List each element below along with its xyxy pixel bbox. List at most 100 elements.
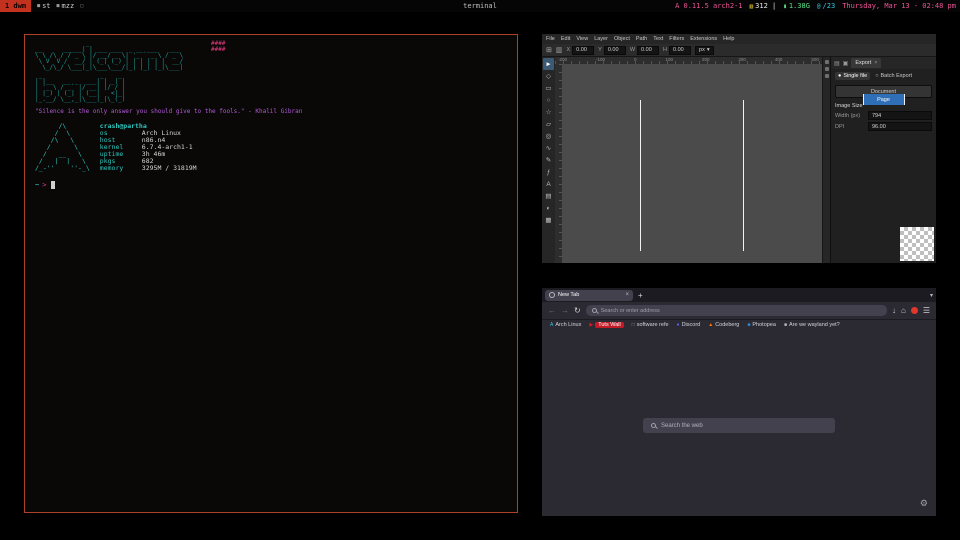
browser-window[interactable]: New Tab × + ▾ ← → ↻ Search or enter addr… <box>542 288 936 516</box>
tool-node[interactable]: ◇ <box>543 70 554 82</box>
h-value[interactable]: 0.00 <box>669 46 691 55</box>
dock-tab-icon[interactable]: ▤ <box>834 60 840 67</box>
tool-star[interactable]: ☆ <box>543 106 554 118</box>
tool-spiral[interactable]: ◎ <box>543 130 554 142</box>
tab-close-icon[interactable]: × <box>625 292 629 298</box>
close-icon[interactable]: × <box>874 60 877 66</box>
x-value[interactable]: 0.00 <box>572 46 594 55</box>
app-square-icon: ■ <box>57 3 60 9</box>
selection-mode-icon[interactable]: ⊞ <box>546 46 552 54</box>
arch-logo-ascii: /\ / \ /\ \ / \ / __ \ / | | \ /_-'' ''-… <box>35 123 90 172</box>
bookmark-tuts-wall[interactable]: ▶ Tuts Wall <box>589 322 623 328</box>
list-tabs-icon[interactable]: ▾ <box>930 292 933 299</box>
export-preview-transparency <box>900 227 934 261</box>
inkscape-canvas[interactable] <box>562 64 822 263</box>
bookmark-are-we-wayland-yet[interactable]: ■ Are we wayland yet? <box>784 322 840 328</box>
fortune-quote: "Silence is the only answer you should g… <box>35 108 507 115</box>
snap-toggle-icon[interactable] <box>825 60 829 64</box>
menu-layer[interactable]: Layer <box>594 36 608 42</box>
forward-button[interactable]: → <box>561 306 569 315</box>
status-clock: Thursday, Mar 13 - 02:48 pm <box>842 2 956 10</box>
menu-file[interactable]: File <box>546 36 555 42</box>
bookmark-software-refe[interactable]: □ software refe <box>632 322 669 328</box>
bookmark-codeberg[interactable]: ▲ Codeberg <box>708 322 739 328</box>
dock-tab-icon[interactable]: ▣ <box>843 60 849 67</box>
tab-new-tab[interactable]: New Tab × <box>545 290 633 301</box>
document-page[interactable] <box>640 100 744 251</box>
dpi-input[interactable]: 96.00 <box>868 122 932 131</box>
tool-text[interactable]: A <box>543 178 554 190</box>
tool-calligraphy[interactable]: ƒ <box>543 166 554 178</box>
tool-dropper[interactable]: ◐ <box>543 202 554 214</box>
back-button[interactable]: ← <box>548 306 556 315</box>
terminal-window[interactable]: _ __ _____| | ___ ___ _ __ ___ ___ \ \ /… <box>24 34 518 513</box>
url-placeholder: Search or enter address <box>601 308 660 314</box>
home-icon[interactable]: ⌂ <box>901 306 906 315</box>
shell-prompt[interactable]: ~ > <box>35 181 507 189</box>
w-value[interactable]: 0.00 <box>637 46 659 55</box>
width-input[interactable]: 794 <box>868 111 932 120</box>
y-value[interactable]: 0.00 <box>604 46 626 55</box>
workspace-tag[interactable]: 1 dwm <box>0 0 31 12</box>
menu-extensions[interactable]: Extensions <box>690 36 717 42</box>
menu-path[interactable]: Path <box>636 36 647 42</box>
search-placeholder: Search the web <box>661 423 703 429</box>
downloads-icon[interactable]: ↓ <box>892 306 896 315</box>
unit-dropdown[interactable]: px ▾ <box>695 46 714 55</box>
extension-icon[interactable] <box>911 307 918 314</box>
single-file-mode[interactable]: ● Single file <box>835 72 870 80</box>
x-label: X <box>567 47 571 53</box>
tool-3dbox[interactable]: ▱ <box>543 118 554 130</box>
h-field: H 0.00 <box>663 46 691 55</box>
h-label: H <box>663 47 667 53</box>
export-area-toggle: Document Page <box>835 85 932 98</box>
menu-text[interactable]: Text <box>653 36 663 42</box>
tool-rectangle[interactable]: ▭ <box>543 82 554 94</box>
vertical-ruler[interactable] <box>555 64 562 263</box>
menu-view[interactable]: View <box>576 36 588 42</box>
menu-object[interactable]: Object <box>614 36 630 42</box>
menu-filters[interactable]: Filters <box>669 36 684 42</box>
export-tab[interactable]: Export × <box>851 58 881 68</box>
menu-icon[interactable]: ☰ <box>923 306 930 315</box>
export-panel: ▤ ▣ Export × ● Single file ○ Batch Expor… <box>830 57 936 263</box>
new-tab-page: Search the web ⚙ <box>542 330 936 516</box>
tool-bucket[interactable]: ▦ <box>543 214 554 226</box>
radio-off-icon: ○ <box>875 73 878 79</box>
tool-ellipse[interactable]: ○ <box>543 94 554 106</box>
web-search-input[interactable]: Search the web <box>643 418 835 433</box>
url-bar[interactable]: Search or enter address <box>586 305 887 316</box>
network-icon: ▥ <box>750 3 754 10</box>
reload-button[interactable]: ↻ <box>574 306 581 315</box>
inkscape-window[interactable]: File Edit View Layer Object Path Text Fi… <box>542 34 936 263</box>
batch-export-mode[interactable]: ○ Batch Export <box>875 73 912 79</box>
browser-nav-bar: ← → ↻ Search or enter address ↓ ⌂ ☰ <box>542 302 936 319</box>
bookmark-arch-linux[interactable]: A Arch Linux <box>550 322 581 328</box>
ascii-back: _ _ _ | |__ __ _ ___| | _| | | '_ \ / _`… <box>35 73 507 103</box>
tool-gradient[interactable]: ▤ <box>543 190 554 202</box>
new-tab-button[interactable]: + <box>638 291 643 300</box>
dpi-field: DPI 96.00 <box>831 121 936 132</box>
statusbar-app-st[interactable]: ■ st <box>37 2 50 10</box>
snap-toggle-icon[interactable] <box>825 67 829 71</box>
menu-help[interactable]: Help <box>723 36 734 42</box>
bookmark-discord[interactable]: ● Discord <box>677 322 701 328</box>
ascii-welcome: _ __ _____| | ___ ___ _ __ ___ ___ \ \ /… <box>35 41 507 71</box>
horizontal-ruler[interactable]: -200 -100 0 100 200 300 400 500 <box>555 57 822 64</box>
w-field: W 0.00 <box>630 46 659 55</box>
menu-edit[interactable]: Edit <box>561 36 570 42</box>
bookmark-label: software refe <box>637 322 669 328</box>
statusbar-app-empty[interactable]: □ <box>80 3 83 9</box>
bounding-box-icon[interactable]: ▥ <box>556 46 563 54</box>
page-button[interactable]: Page <box>863 94 905 98</box>
y-field: Y 0.00 <box>598 46 626 55</box>
ruler-mark: 400 <box>775 57 783 62</box>
unit-value: px <box>699 47 705 53</box>
tool-selector[interactable]: ► <box>543 58 554 70</box>
statusbar-app-mzz[interactable]: ■ mzz <box>57 2 75 10</box>
tool-freehand[interactable]: ∿ <box>543 142 554 154</box>
snap-toggle-icon[interactable] <box>825 74 829 78</box>
tool-pen[interactable]: ✎ <box>543 154 554 166</box>
bookmark-photopea[interactable]: ■ Photopea <box>747 322 776 328</box>
gear-icon[interactable]: ⚙ <box>920 498 928 509</box>
